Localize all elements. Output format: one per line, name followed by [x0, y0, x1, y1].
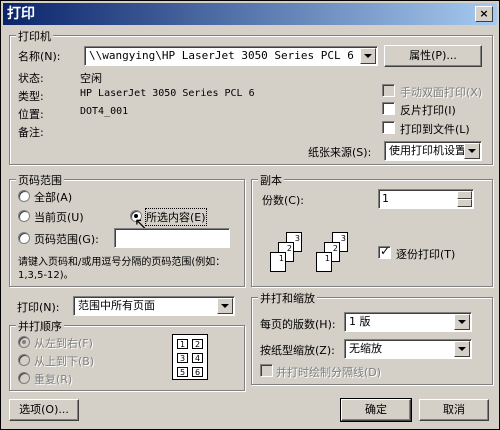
repeat-radio[interactable] [18, 372, 30, 384]
chevron-down-icon[interactable] [217, 298, 233, 314]
left-to-right-label: 从左到右(F) [34, 337, 93, 350]
cancel-button[interactable]: 取消 [419, 399, 489, 421]
ok-button[interactable]: 确定 [340, 398, 412, 422]
zoom-group: 并打和缩放 每页的版数(H): 1 版 按纸型缩放(Z): 无缩放 并打时绘制分… [251, 290, 493, 385]
reverse-print-label: 反片打印(I) [400, 104, 456, 117]
properties-button[interactable]: 属性(P)... [384, 45, 482, 67]
print-what-select[interactable]: 范围中所有页面 [73, 296, 235, 316]
close-button[interactable]: × [475, 6, 493, 22]
status-label: 状态: [18, 72, 44, 85]
options-button[interactable]: 选项(O)... [9, 399, 79, 421]
collate-page: 1 [316, 252, 332, 272]
copies-group: 副本 份数(C): 1 3 2 1 3 2 1 逐份打印(T) [251, 172, 493, 287]
order-preview: 1 2 3 4 5 6 [172, 334, 208, 380]
chevron-down-icon[interactable] [454, 341, 470, 357]
draw-borders-label: 并打时绘制分隔线(D) [276, 366, 382, 379]
page-range-legend: 页码范围 [16, 172, 64, 188]
zoom-legend: 并打和缩放 [258, 290, 317, 306]
selection-label: 所选内容(E) [145, 208, 207, 226]
printer-name-value: \\wangying\HP LaserJet 3050 Series PCL 6 [89, 49, 354, 62]
order-cell: 4 [192, 353, 203, 363]
copies-legend: 副本 [258, 172, 284, 188]
spin-up-icon[interactable] [457, 191, 472, 199]
collate-checkbox[interactable] [378, 244, 391, 259]
print-to-file-checkbox[interactable] [382, 121, 395, 134]
chevron-down-icon[interactable] [464, 143, 480, 159]
print-what-label: 打印(N): [17, 301, 60, 314]
page-range-group: 页码范围 全部(A) 当前页(U) 所选内容(E) ↖ 页码范围(G): 请键入… [9, 172, 245, 287]
repeat-label: 重复(R) [34, 373, 73, 386]
manual-duplex-checkbox[interactable] [382, 84, 395, 97]
chevron-down-icon[interactable] [454, 314, 470, 330]
copies-count-input[interactable]: 1 [378, 189, 474, 209]
title-bar: 打印 × [3, 3, 497, 25]
scale-value: 无缩放 [349, 342, 382, 355]
current-page-label: 当前页(U) [34, 211, 84, 224]
print-to-file-label: 打印到文件(L) [400, 123, 470, 136]
scale-label: 按纸型缩放(Z): [260, 344, 335, 357]
page-range-hint: 请键入页码和/或用逗号分隔的页码范围(例如：1,3,5-12)。 [18, 257, 226, 281]
location-value: DOT4_001 [80, 106, 129, 117]
pages-per-sheet-value: 1 版 [349, 315, 371, 328]
left-to-right-radio[interactable] [18, 336, 30, 348]
order-cell: 2 [192, 339, 203, 349]
draw-borders-checkbox[interactable] [260, 364, 273, 377]
pages-per-sheet-select[interactable]: 1 版 [344, 312, 472, 332]
status-value: 空闲 [80, 72, 102, 85]
top-to-bottom-radio[interactable] [18, 354, 30, 366]
print-dialog: 打印 × 打印机 名称(N): \\wangying\HP LaserJet 3… [0, 0, 500, 430]
print-order-group: 并打顺序 从左到右(F) 从上到下(B) 重复(R) 1 2 3 4 5 6 [9, 318, 245, 391]
dialog-title: 打印 [7, 6, 35, 22]
print-what-value: 范围中所有页面 [78, 299, 155, 312]
all-pages-radio[interactable] [18, 190, 30, 202]
order-cell: 1 [177, 339, 188, 349]
location-label: 位置: [18, 108, 44, 121]
order-cell: 5 [177, 367, 188, 377]
paper-source-select[interactable]: 使用打印机设置 [384, 141, 482, 161]
page-numbers-radio[interactable] [18, 232, 30, 244]
all-pages-label: 全部(A) [34, 191, 73, 204]
printer-name-label: 名称(N): [18, 50, 61, 63]
type-value: HP LaserJet 3050 Series PCL 6 [80, 88, 255, 99]
order-cell: 3 [177, 353, 188, 363]
copies-count-value: 1 [382, 192, 389, 205]
comment-label: 备注: [18, 126, 44, 139]
page-numbers-label: 页码范围(G): [34, 233, 99, 246]
collate-page: 1 [270, 252, 286, 272]
page-numbers-input[interactable] [114, 228, 230, 248]
collate-label: 逐份打印(T) [396, 248, 456, 261]
manual-duplex-label: 手动双面打印(X) [400, 86, 483, 99]
pages-per-sheet-label: 每页的版数(H): [260, 318, 336, 331]
printer-name-select[interactable]: \\wangying\HP LaserJet 3050 Series PCL 6 [84, 46, 378, 66]
printer-legend: 打印机 [16, 28, 53, 44]
order-cell: 6 [192, 367, 203, 377]
current-page-radio[interactable] [18, 210, 30, 222]
paper-source-value: 使用打印机设置 [389, 144, 466, 157]
print-order-legend: 并打顺序 [16, 318, 64, 334]
scale-select[interactable]: 无缩放 [344, 339, 472, 359]
top-to-bottom-label: 从上到下(B) [34, 355, 95, 368]
copies-count-label: 份数(C): [262, 194, 304, 207]
spin-down-icon[interactable] [457, 199, 472, 207]
chevron-down-icon[interactable] [360, 48, 376, 64]
reverse-print-checkbox[interactable] [382, 102, 395, 115]
type-label: 类型: [18, 90, 44, 103]
printer-group: 打印机 名称(N): \\wangying\HP LaserJet 3050 S… [9, 28, 493, 165]
paper-source-label: 纸张来源(S): [308, 146, 372, 159]
